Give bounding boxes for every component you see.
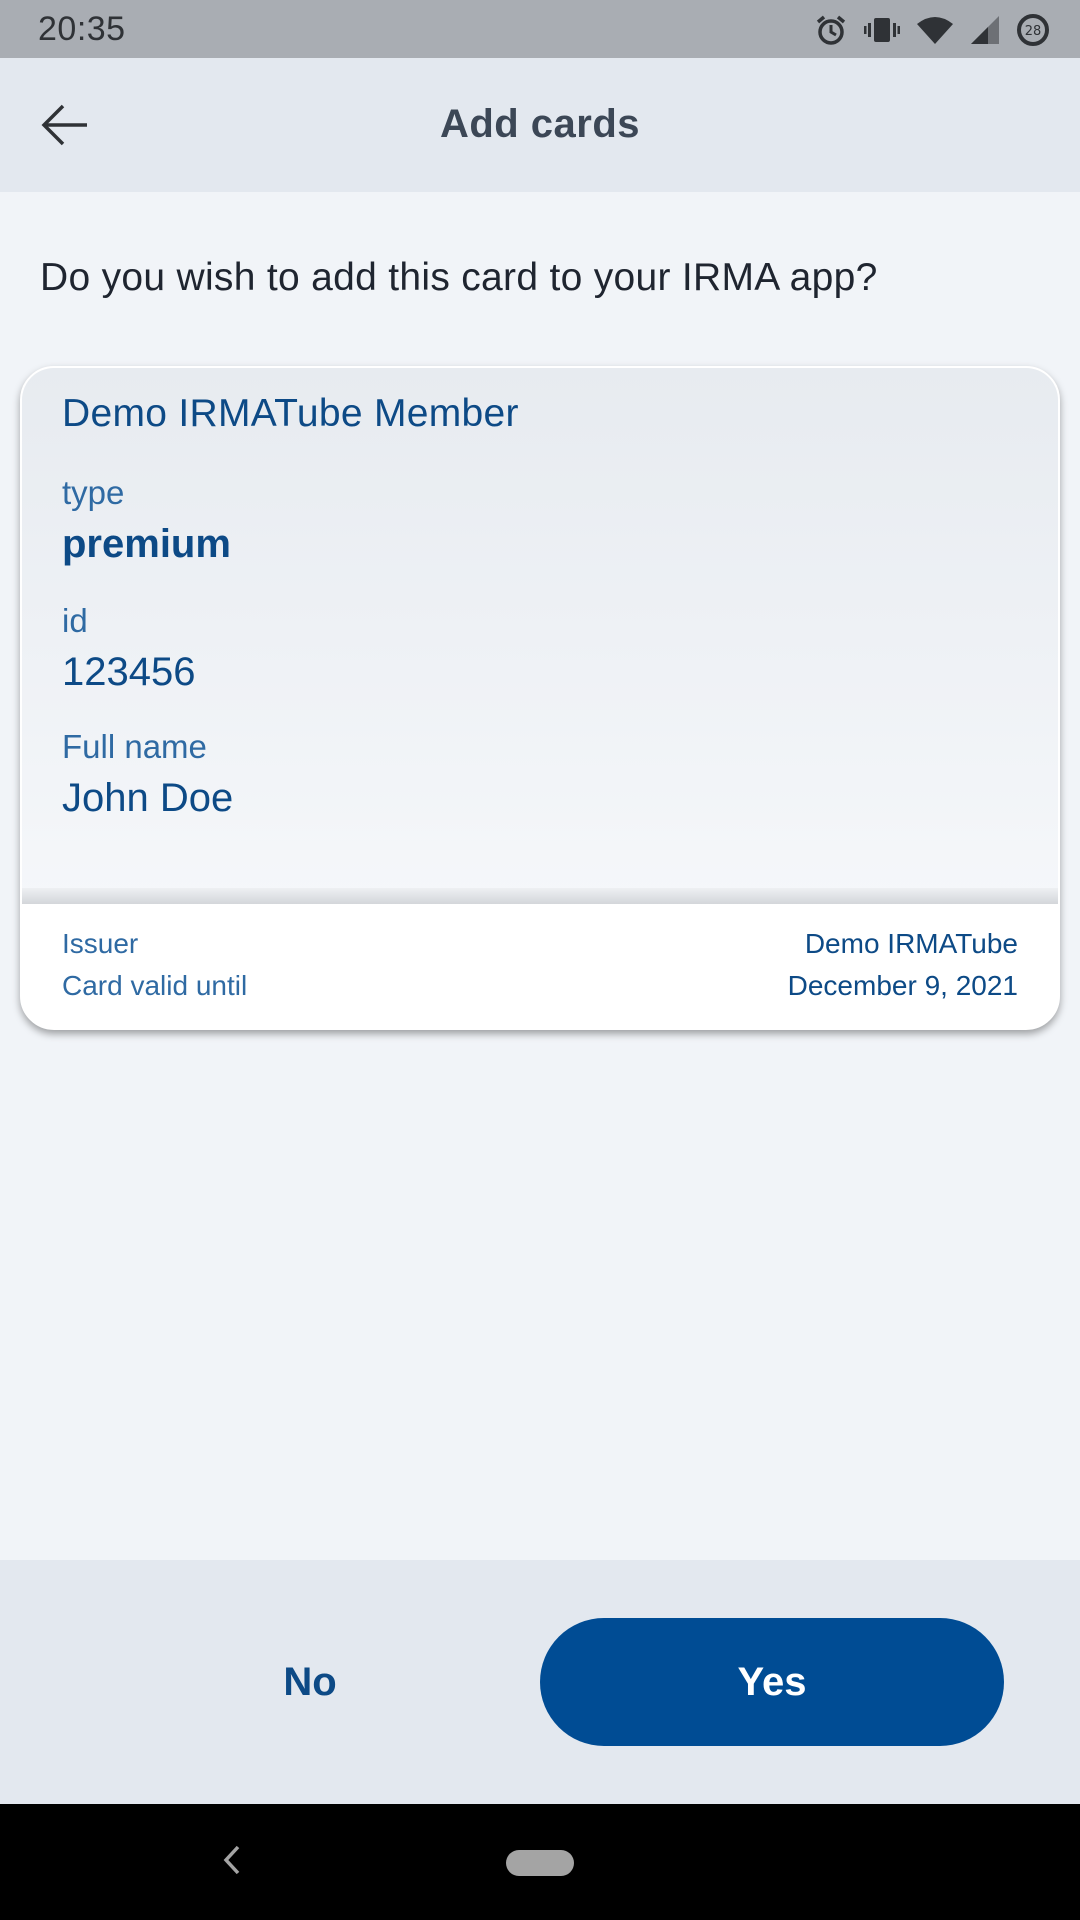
attribute-value-type: premium: [62, 522, 231, 566]
no-button[interactable]: No: [120, 1618, 500, 1746]
card-title: Demo IRMATube Member: [62, 392, 519, 435]
action-bar: No Yes: [0, 1560, 1080, 1804]
yes-button[interactable]: Yes: [540, 1618, 1004, 1746]
attribute-value-full-name: John Doe: [62, 776, 234, 820]
issuer-label: Issuer: [62, 928, 139, 959]
attribute-label-type: type: [62, 474, 125, 511]
card-content: Demo IRMATube Member type premium id 123…: [22, 368, 1058, 900]
credential-card: Demo IRMATube Member type premium id 123…: [20, 366, 1060, 1030]
status-bar: 20:35 28: [0, 0, 1080, 58]
signal-icon: [970, 15, 1000, 45]
issuer-value: Demo IRMATube: [804, 928, 1018, 959]
valid-until-value: December 9, 2021: [787, 970, 1018, 1001]
alarm-icon: [814, 13, 848, 47]
status-time: 20:35: [38, 10, 126, 48]
chevron-left-icon: [222, 1844, 242, 1881]
battery-icon: 28: [1016, 13, 1050, 47]
vibrate-icon: [864, 14, 900, 46]
status-icons: 28: [814, 10, 1050, 50]
valid-until-label: Card valid until: [62, 970, 248, 1001]
system-nav-bar: [0, 1804, 1080, 1920]
attribute-label-full-name: Full name: [62, 728, 207, 765]
card-divider: [22, 888, 1058, 904]
attribute-value-id: 123456: [62, 650, 196, 694]
nav-back-button[interactable]: [210, 1840, 254, 1884]
nav-home-button[interactable]: [506, 1850, 574, 1876]
app-bar: Add cards: [0, 58, 1080, 192]
attribute-label-id: id: [62, 602, 88, 639]
page-title: Add cards: [439, 102, 641, 146]
wifi-icon: [916, 15, 954, 45]
add-card-question: Do you wish to add this card to your IRM…: [40, 256, 878, 299]
card-footer: Issuer Demo IRMATube Card valid until De…: [22, 904, 1058, 1028]
battery-level: 28: [1025, 24, 1042, 39]
